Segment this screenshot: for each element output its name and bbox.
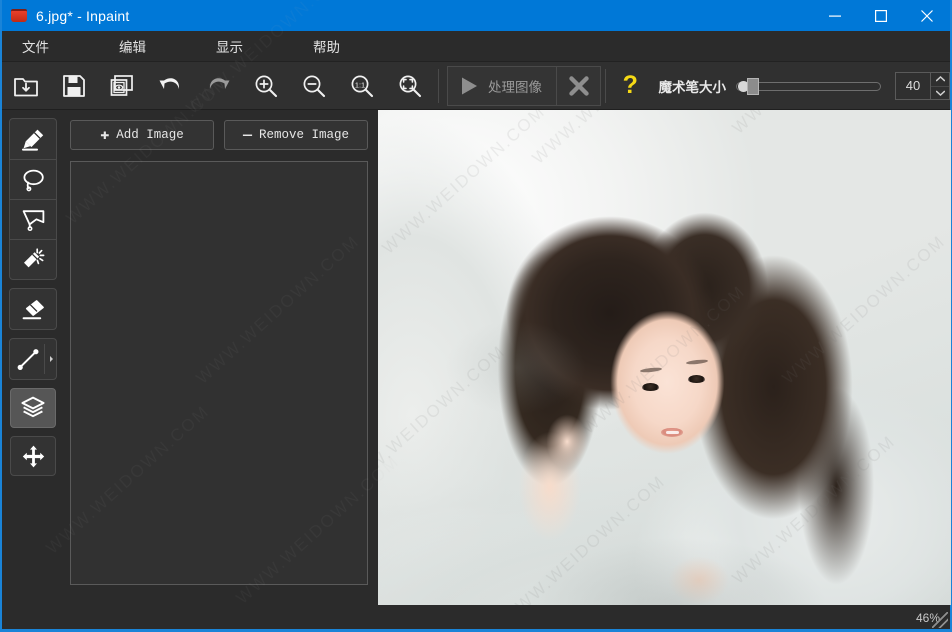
chevron-up-icon xyxy=(935,76,945,82)
close-button[interactable] xyxy=(904,0,950,31)
tool-move[interactable] xyxy=(10,436,56,476)
zoom-fit-icon xyxy=(399,75,422,97)
close-icon xyxy=(921,9,933,22)
tool-lasso[interactable] xyxy=(10,159,56,199)
process-image-button[interactable]: 处理图像 xyxy=(447,65,557,106)
zoom-actual-button[interactable]: 1:1 xyxy=(338,63,386,109)
guide-line-icon xyxy=(17,348,39,370)
tool-split-divider xyxy=(44,344,45,374)
maximize-icon xyxy=(875,9,887,22)
app-body: ✚ Add Image — Remove Image xyxy=(2,110,951,607)
process-image-label: 处理图像 xyxy=(488,79,542,95)
menu-bar: 文件 编辑 显示 帮助 xyxy=(2,31,950,62)
maximize-button[interactable] xyxy=(858,0,904,31)
layer-list[interactable] xyxy=(70,161,368,585)
zoom-out-icon xyxy=(303,75,326,97)
tool-guide-line[interactable] xyxy=(10,339,56,379)
brush-spin-up[interactable] xyxy=(931,73,949,86)
brush-size-spinner[interactable]: 40 xyxy=(895,71,950,100)
canvas-image[interactable]: WWW.WEIDOWN.COM WWW.WEIDOWN.COM WWW.WEID… xyxy=(378,110,951,605)
tool-marker[interactable] xyxy=(10,119,56,159)
photo-shading xyxy=(378,110,951,605)
layer-button-row: ✚ Add Image — Remove Image xyxy=(70,120,368,150)
lasso-icon xyxy=(23,169,44,192)
status-bar: 46% xyxy=(2,607,950,629)
compare-preview-button[interactable] xyxy=(98,63,146,109)
chevron-right-icon[interactable] xyxy=(50,356,53,362)
cancel-icon xyxy=(568,75,589,96)
play-icon xyxy=(462,77,477,94)
selection-tool-group xyxy=(9,118,57,280)
open-image-button[interactable] xyxy=(2,63,50,109)
brush-size-input[interactable]: 40 xyxy=(896,73,930,99)
layers-icon xyxy=(21,396,45,418)
brush-size-label: 魔术笔大小 xyxy=(658,79,727,95)
toolbar-separator xyxy=(605,68,607,103)
help-button[interactable]: ? xyxy=(610,63,650,109)
svg-text:1:1: 1:1 xyxy=(355,80,365,89)
slider-thumb[interactable] xyxy=(747,77,759,95)
zoom-actual-icon: 1:1 xyxy=(351,75,374,97)
tool-polygon-lasso[interactable] xyxy=(10,199,56,239)
menu-help[interactable]: 帮助 xyxy=(307,32,346,60)
eraser-tool-group xyxy=(9,288,57,330)
minus-icon: — xyxy=(242,126,252,144)
brush-spin-buttons xyxy=(930,72,949,99)
zoom-out-button[interactable] xyxy=(290,63,338,109)
tool-rail xyxy=(2,110,64,607)
resize-grip[interactable] xyxy=(932,612,948,628)
paint-bucket-icon xyxy=(11,8,27,24)
tool-multi-view[interactable] xyxy=(10,388,56,428)
add-image-button[interactable]: ✚ Add Image xyxy=(70,120,214,150)
window-controls xyxy=(812,0,950,31)
window-title: 6.jpg* - Inpaint xyxy=(36,7,130,24)
undo-button[interactable] xyxy=(146,63,194,109)
brush-size-slider[interactable] xyxy=(736,77,881,95)
menu-file[interactable]: 文件 xyxy=(16,32,55,60)
chevron-down-icon xyxy=(935,90,945,96)
compare-preview-icon xyxy=(110,74,133,96)
minimize-button[interactable] xyxy=(812,0,858,31)
marker-icon xyxy=(21,129,43,151)
toolbar-separator xyxy=(438,68,439,103)
tool-eraser[interactable] xyxy=(10,289,56,329)
move-icon xyxy=(22,445,44,467)
brush-spin-down[interactable] xyxy=(931,85,949,99)
menu-view[interactable]: 显示 xyxy=(210,32,249,60)
polygon-lasso-icon xyxy=(22,210,44,232)
redo-icon xyxy=(209,78,229,89)
save-image-button[interactable] xyxy=(50,63,98,109)
minimize-icon xyxy=(829,15,841,17)
undo-icon xyxy=(159,78,179,89)
zoom-in-icon xyxy=(255,75,278,97)
add-image-label: Add Image xyxy=(116,128,184,142)
remove-image-label: Remove Image xyxy=(259,128,350,142)
layers-panel: ✚ Add Image — Remove Image xyxy=(64,110,378,607)
cancel-process-button[interactable] xyxy=(557,65,602,106)
remove-image-button[interactable]: — Remove Image xyxy=(224,120,368,150)
guide-line-tool-group xyxy=(9,338,57,380)
zoom-fit-button[interactable] xyxy=(386,63,434,109)
inpaint-window: 6.jpg* - Inpaint 文件 编辑 显示 帮助 1:1 处理图像 ? … xyxy=(0,0,952,632)
zoom-in-button[interactable] xyxy=(242,63,290,109)
tool-magic-wand[interactable] xyxy=(10,239,56,279)
plus-icon: ✚ xyxy=(100,126,110,144)
open-image-icon xyxy=(14,77,38,96)
save-image-icon xyxy=(63,74,85,97)
menu-edit[interactable]: 编辑 xyxy=(113,32,152,60)
magic-wand-icon xyxy=(23,248,44,268)
main-toolbar: 1:1 处理图像 ? 魔术笔大小 40 xyxy=(2,62,950,110)
canvas-area[interactable]: WWW.WEIDOWN.COM WWW.WEIDOWN.COM WWW.WEID… xyxy=(378,110,951,607)
question-mark-icon: ? xyxy=(622,71,638,99)
redo-button[interactable] xyxy=(194,63,242,109)
title-bar: 6.jpg* - Inpaint xyxy=(2,0,950,31)
eraser-icon xyxy=(22,299,44,319)
